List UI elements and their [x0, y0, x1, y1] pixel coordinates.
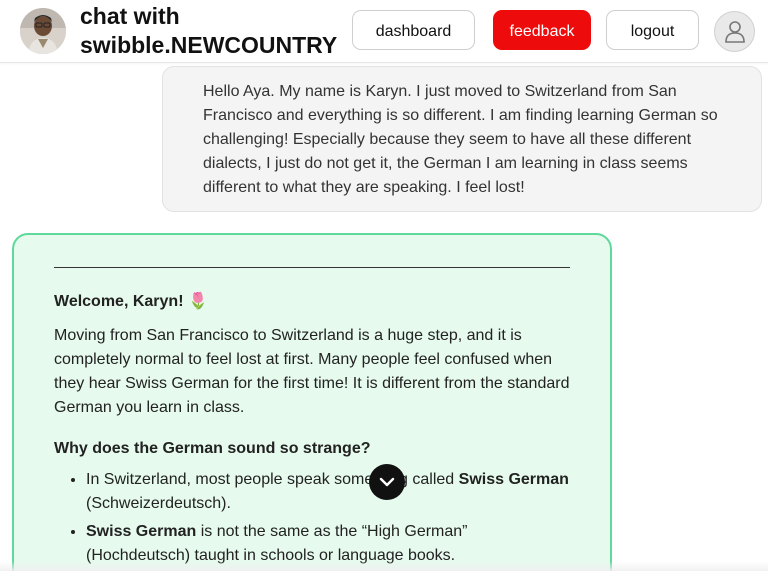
logout-button[interactable]: logout — [606, 10, 699, 50]
welcome-heading: Welcome, Karyn! 🌷 — [54, 293, 208, 310]
user-icon — [725, 21, 745, 43]
user-menu-button[interactable] — [714, 11, 755, 52]
intro-paragraph: Moving from San Francisco to Switzerland… — [54, 327, 570, 416]
message-divider — [54, 267, 570, 268]
bullet-bold-term: Swiss German — [458, 471, 569, 488]
user-message-bubble: Hello Aya. My name is Karyn. I just move… — [162, 66, 762, 212]
feedback-button[interactable]: feedback — [493, 10, 591, 50]
chevron-down-icon — [379, 477, 395, 487]
bottom-fade — [0, 561, 768, 571]
assistant-avatar — [20, 8, 66, 54]
section-heading: Why does the German sound so strange? — [54, 440, 371, 457]
avatar-photo-icon — [20, 8, 66, 54]
user-message-text: Hello Aya. My name is Karyn. I just move… — [203, 83, 718, 196]
assistant-message-bubble: Welcome, Karyn! 🌷 Moving from San Franci… — [12, 233, 612, 571]
title-line-1: chat with — [80, 3, 180, 29]
header-bar: chat with swibble.NEWCOUNTRY dashboard f… — [0, 0, 768, 63]
chat-page: chat with swibble.NEWCOUNTRY dashboard f… — [0, 0, 768, 571]
page-title: chat with swibble.NEWCOUNTRY — [80, 2, 337, 60]
bullet-text-after: (Schweizerdeutsch). — [86, 495, 231, 512]
scroll-to-bottom-button[interactable] — [369, 464, 405, 500]
bullet-bold-term: Swiss German — [86, 523, 197, 540]
list-item: In Switzerland, most people speak someth… — [86, 468, 570, 516]
bullet-list: In Switzerland, most people speak someth… — [54, 468, 570, 568]
title-line-2: swibble.NEWCOUNTRY — [80, 32, 338, 58]
dashboard-button[interactable]: dashboard — [352, 10, 475, 50]
